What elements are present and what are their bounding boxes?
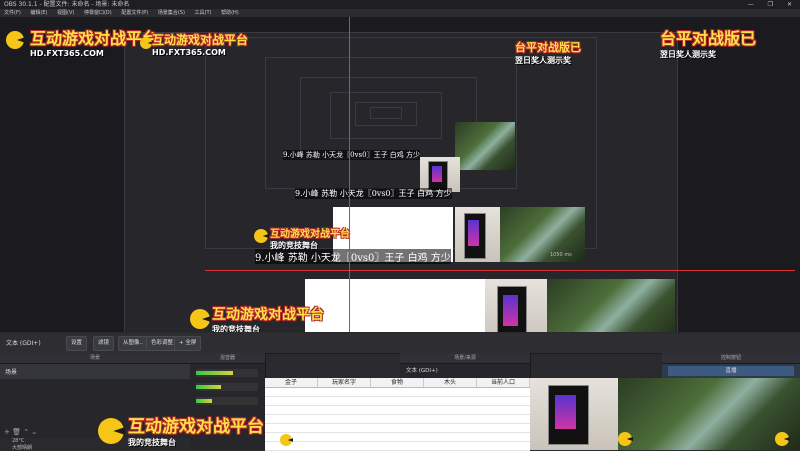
scene-item[interactable]: 场景: [0, 364, 190, 379]
time-readout: 1050 ms: [550, 252, 572, 258]
sources-header: 场景/来源: [400, 353, 530, 364]
logo-bottom-nested-text: 互动游戏对战平台: [212, 307, 324, 323]
nested-waterfall-photo-large: [545, 279, 675, 332]
logo-bottom-nested: 互动游戏对战平台我的竞技舞台: [212, 304, 324, 332]
pc-photo: [530, 378, 618, 450]
logo-mid-nested-text: 互动游戏对战平台: [270, 229, 350, 240]
nested-pc-photo-small: [420, 157, 460, 192]
pacman-icon: [254, 229, 268, 243]
logo-mid-nested-sub: 我的竞技舞台: [270, 241, 318, 250]
col-header-gold: 金子: [265, 378, 318, 387]
program-preview[interactable]: 9.小峰 苏勒 小天龙〖0vs0〗王子 白鸡 方少 9.小峰 苏勒 小天龙〖0v…: [0, 17, 800, 332]
col-header-player: 玩家名字: [318, 378, 371, 387]
waterfall-photo: [618, 378, 800, 450]
nested-spreadsheet-large: [305, 279, 485, 332]
scenes-header: 场景: [0, 353, 190, 364]
controls-dock: 控制按钮 直播: [662, 353, 800, 378]
nested-caption-1: 9.小峰 苏勒 小天龙〖0vs0〗王子 白鸡 方少: [283, 150, 421, 160]
mixer-meter-2[interactable]: [196, 383, 258, 391]
nested-pc-photo-large: [485, 279, 547, 332]
logo-url: HD.FXT365.COM: [30, 49, 104, 58]
logo-top-left-text: 互动游戏对战平台: [30, 29, 159, 48]
logo-bottom-text: 互动游戏对战平台: [128, 417, 264, 437]
start-stream-button[interactable]: 直播: [668, 366, 794, 376]
col-header-wood: 木头: [424, 378, 477, 387]
col-header-population: 当前人口: [477, 378, 530, 387]
weather-status: 28°C 大部晴朗: [0, 438, 200, 451]
table-row: [265, 433, 530, 442]
mixer-meter-1[interactable]: [196, 369, 258, 377]
logo-top-right: 台平对战版已翌日奖人测示奖: [660, 25, 756, 60]
pacman-icon: [775, 432, 789, 446]
nested-waterfall-photo-small: [455, 122, 515, 170]
menu-bar: 文件(F) 编辑(E) 视图(V) 停靠窗口(D) 配置文件(P) 场景集合(S…: [0, 9, 800, 17]
nested-caption-3: 9.小峰 苏勒 小天龙〖0vs0〗王子 白鸡 方少: [255, 249, 451, 264]
menu-help[interactable]: 帮助(H): [221, 10, 239, 16]
table-row: [265, 406, 530, 415]
pacman-icon: [190, 309, 210, 329]
table-row: [265, 388, 530, 397]
logo-top-right-text: 台平对战版已: [660, 29, 757, 48]
logo-nested-url: HD.FXT365.COM: [152, 48, 226, 57]
menu-docks[interactable]: 停靠窗口(D): [84, 10, 112, 16]
logo-mid-nested: 互动游戏对战平台 我的竞技舞台: [270, 225, 350, 251]
mixer-header: 混音器: [190, 353, 265, 364]
filters-button[interactable]: 滤镜: [93, 336, 115, 351]
sources-dock: 场景/来源 文本 (GDI+): [400, 353, 531, 378]
logo-nested: 互动游戏对战平台 HD.FXT365.COM: [152, 31, 248, 57]
menu-file[interactable]: 文件(F): [4, 10, 21, 16]
logo-top-right-sub: 翌日奖人测示奖: [660, 50, 716, 59]
window-title: OBS 30.1.1 - 配置文件: 未命名 - 场景: 未命名: [4, 1, 130, 8]
center-guide-line: [349, 17, 350, 332]
window-title-bar: OBS 30.1.1 - 配置文件: 未命名 - 场景: 未命名 — ❐ ✕: [0, 0, 800, 9]
mixer-meter-3[interactable]: [196, 397, 258, 405]
nested-pc-photo-mid: [455, 207, 500, 262]
source-item[interactable]: 文本 (GDI+): [400, 364, 530, 376]
source-label: 文本 (GDI+): [6, 340, 41, 347]
menu-edit[interactable]: 编辑(E): [30, 10, 47, 16]
selection-line: [205, 270, 795, 271]
window-controls[interactable]: — ❐ ✕: [748, 0, 798, 9]
pacman-icon: [6, 31, 24, 49]
menu-profile[interactable]: 配置文件(P): [121, 10, 148, 16]
from-image-button[interactable]: 从图像..: [118, 336, 148, 351]
logo-nested-text: 互动游戏对战平台: [152, 33, 249, 47]
menu-view[interactable]: 视图(V): [57, 10, 74, 16]
fullscreen-button[interactable]: + 全屏: [174, 336, 202, 351]
nested-caption-2: 9.小峰 苏勒 小天龙〖0vs0〗王子 白鸡 方少: [295, 188, 452, 199]
col-header-food: 食物: [371, 378, 424, 387]
menu-tools[interactable]: 工具(T): [195, 10, 212, 16]
logo-nested-right-text: 台平对战版已: [515, 41, 581, 54]
scene-add-icon[interactable]: + 🗑 ⌃ ⌄: [4, 428, 37, 436]
nested-preview-7: [370, 107, 402, 119]
logo-top-left: 互动游戏对战平台 HD.FXT365.COM: [30, 25, 158, 58]
table-row: [265, 424, 530, 433]
table-row: [265, 397, 530, 406]
pacman-icon: [618, 432, 632, 446]
pacman-icon: [140, 37, 152, 49]
table-row: [265, 415, 530, 424]
source-toolbar: 文本 (GDI+) 设置 滤镜 从图像.. 色彩调整 + 全屏: [0, 333, 800, 354]
logo-bottom-nested-sub: 我的竞技舞台: [212, 325, 260, 332]
pacman-icon: [280, 434, 292, 446]
menu-scene-collection[interactable]: 场景集合(S): [158, 10, 185, 16]
logo-nested-right: 台平对战版已翌日奖人测示奖: [515, 39, 581, 66]
spreadsheet-window: 金子 玩家名字 食物 木头 当前人口: [265, 378, 530, 451]
settings-button[interactable]: 设置: [66, 336, 88, 351]
logo-nested-right-sub: 翌日奖人测示奖: [515, 56, 571, 65]
controls-header: 控制按钮: [662, 353, 800, 364]
